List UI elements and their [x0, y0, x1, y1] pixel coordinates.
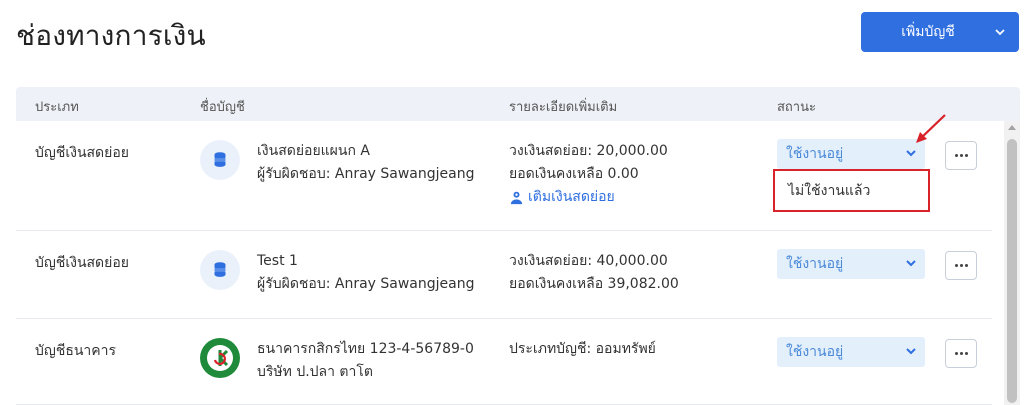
detail-balance: ยอดเงินคงเหลือ 39,082.00	[509, 276, 679, 292]
coin-stack-icon	[200, 250, 240, 290]
status-value: ใช้งานอยู่	[786, 146, 844, 162]
red-arrow-annotation	[916, 114, 946, 143]
scrollbar-thumb[interactable]	[1007, 139, 1017, 403]
inactive-option-label: ไม่ใช้งานแล้ว	[788, 182, 871, 199]
status-select[interactable]: ใช้งานอยู่	[777, 337, 925, 367]
chevron-down-icon[interactable]	[905, 257, 917, 269]
status-select[interactable]: ใช้งานอยู่	[777, 139, 925, 169]
add-account-label: เพิ่มบัญชี	[901, 24, 955, 40]
account-name: ธนาคารกสิกรไทย 123-4-56789-0	[257, 341, 474, 357]
chevron-down-icon[interactable]	[905, 345, 917, 357]
detail-account-type: ประเภทบัญชี: ออมทรัพย์	[509, 341, 656, 357]
add-account-button[interactable]: เพิ่มบัญชี	[861, 12, 1019, 52]
status-value: ใช้งานอยู่	[786, 256, 844, 272]
detail-limit: วงเงินสดย่อย: 40,000.00	[509, 253, 668, 269]
status-select[interactable]: ใช้งานอยู่	[777, 249, 925, 279]
scrollbar[interactable]	[1004, 121, 1020, 405]
more-options-button[interactable]	[945, 251, 977, 280]
chevron-down-icon[interactable]	[905, 147, 917, 159]
column-header-status: สถานะ	[777, 100, 816, 115]
page-title: ช่องทางการเงิน	[16, 19, 206, 52]
column-header-type: ประเภท	[35, 100, 79, 115]
account-owner: ผู้รับผิดชอบ: Anray Sawangjeang	[257, 276, 475, 292]
account-type: บัญชีธนาคาร	[35, 343, 117, 359]
detail-limit: วงเงินสดย่อย: 20,000.00	[509, 143, 668, 159]
user-coin-icon	[510, 191, 523, 205]
account-type: บัญชีเงินสดย่อย	[35, 255, 129, 271]
table-header: ประเภท ชื่อบัญชี รายละเอียดเพิ่มเติม สถา…	[16, 87, 1020, 121]
top-up-label: เติมเงินสดย่อย	[528, 189, 615, 205]
account-type: บัญชีเงินสดย่อย	[35, 145, 129, 161]
scroll-up-arrow[interactable]	[1008, 125, 1016, 130]
column-header-details: รายละเอียดเพิ่มเติม	[509, 100, 618, 115]
table-row: บัญชีเงินสดย่อย Test 1 ผู้รับผิดชอบ: Anr…	[16, 231, 992, 319]
status-dropdown-option[interactable]: ไม่ใช้งานแล้ว	[773, 169, 930, 212]
accounts-table: ประเภท ชื่อบัญชี รายละเอียดเพิ่มเติม สถา…	[16, 87, 1020, 405]
status-value: ใช้งานอยู่	[786, 344, 844, 360]
account-name: Test 1	[257, 253, 298, 269]
account-owner: บริษัท ป.ปลา ตาโต	[257, 364, 373, 380]
kasikorn-bank-logo	[200, 338, 240, 378]
top-up-link[interactable]: เติมเงินสดย่อย	[509, 186, 668, 209]
chevron-down-icon[interactable]	[981, 12, 1019, 52]
detail-balance: ยอดเงินคงเหลือ 0.00	[509, 166, 639, 182]
more-options-button[interactable]	[945, 339, 977, 368]
table-row: บัญชีธนาคาร ธนาคารกสิกรไทย 123-4-56789-0…	[16, 319, 992, 405]
account-name: เงินสดย่อยแผนก A	[257, 143, 370, 159]
coin-stack-icon	[200, 140, 240, 180]
account-owner: ผู้รับผิดชอบ: Anray Sawangjeang	[257, 166, 475, 182]
column-header-name: ชื่อบัญชี	[200, 100, 245, 115]
